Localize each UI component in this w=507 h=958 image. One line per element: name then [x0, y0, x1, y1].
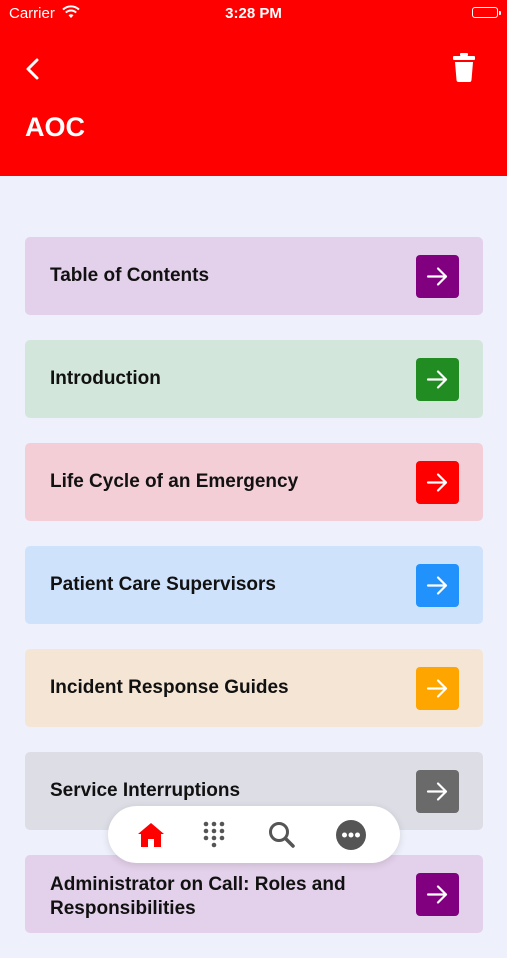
- list-item-patient-care-supervisors[interactable]: Patient Care Supervisors: [25, 546, 483, 624]
- home-icon[interactable]: [135, 819, 167, 851]
- list-item-label: Incident Response Guides: [50, 677, 289, 698]
- arrow-right-icon: [426, 885, 448, 904]
- arrow-button[interactable]: [416, 564, 459, 607]
- arrow-button[interactable]: [416, 770, 459, 813]
- more-icon[interactable]: [335, 819, 367, 851]
- arrow-right-icon: [426, 370, 448, 389]
- clock: 3:28 PM: [225, 5, 282, 22]
- list-item-administrator-on-call[interactable]: Administrator on Call: Roles and Respons…: [25, 855, 483, 933]
- status-bar: Carrier 3:28 PM: [0, 0, 507, 28]
- header: Carrier 3:28 PM AOC: [0, 0, 507, 176]
- list-item-incident-response-guides[interactable]: Incident Response Guides: [25, 649, 483, 727]
- arrow-right-icon: [426, 576, 448, 595]
- arrow-right-icon: [426, 267, 448, 286]
- list-item-life-cycle[interactable]: Life Cycle of an Emergency: [25, 443, 483, 521]
- search-icon[interactable]: [266, 819, 298, 851]
- back-chevron-icon[interactable]: [22, 56, 44, 82]
- list-item-introduction[interactable]: Introduction: [25, 340, 483, 418]
- list-item-label: Administrator on Call: Roles and Respons…: [50, 874, 346, 919]
- list-item-label: Patient Care Supervisors: [50, 574, 276, 595]
- arrow-button[interactable]: [416, 255, 459, 298]
- list-item-label: Table of Contents: [50, 265, 210, 286]
- keypad-icon[interactable]: [198, 819, 230, 851]
- list-item-label: Life Cycle of an Emergency: [50, 471, 299, 492]
- arrow-right-icon: [426, 782, 448, 801]
- list-item-table-of-contents[interactable]: Table of Contents: [25, 237, 483, 315]
- arrow-right-icon: [426, 679, 448, 698]
- arrow-button[interactable]: [416, 667, 459, 710]
- tab-bar: [108, 806, 400, 863]
- arrow-button[interactable]: [416, 358, 459, 401]
- arrow-right-icon: [426, 473, 448, 492]
- arrow-button[interactable]: [416, 461, 459, 504]
- battery-icon: [472, 7, 501, 18]
- arrow-button[interactable]: [416, 873, 459, 916]
- trash-icon[interactable]: [453, 52, 475, 82]
- page-title: AOC: [25, 112, 85, 142]
- list-item-label: Introduction: [50, 368, 161, 389]
